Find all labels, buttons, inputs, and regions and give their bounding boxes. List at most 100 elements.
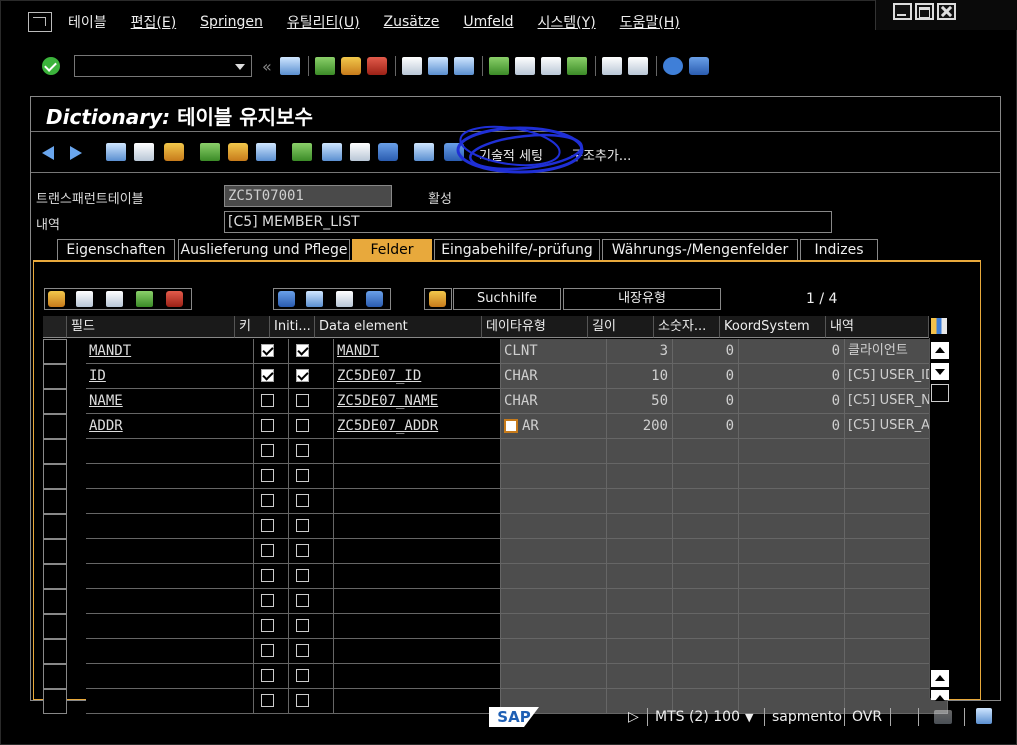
column-header-initial[interactable]: Initi... [270, 316, 315, 338]
key-checkbox[interactable] [261, 669, 274, 682]
initial-checkbox[interactable] [296, 619, 309, 632]
back-arrow-icon[interactable] [42, 146, 54, 160]
key-checkbox[interactable] [261, 494, 274, 507]
cut-icon[interactable] [48, 291, 65, 307]
tab-currency-quantity[interactable]: Währungs-/Mengenfelder [602, 239, 798, 261]
initial-checkbox[interactable] [296, 494, 309, 507]
row-selector[interactable] [43, 489, 67, 514]
field-name-cell[interactable]: MANDT [86, 339, 254, 364]
initial-cell[interactable] [289, 339, 334, 364]
row-selector[interactable] [43, 614, 67, 639]
field-name-cell[interactable]: NAME [86, 389, 254, 414]
search-help-button[interactable]: Suchhilfe [453, 288, 561, 310]
initial-checkbox[interactable] [296, 569, 309, 582]
first-page-icon[interactable] [488, 57, 509, 75]
menu-system[interactable]: 시스템(Y) [538, 12, 596, 32]
key-checkbox[interactable] [261, 519, 274, 532]
data-element-cell[interactable]: ZC5DE07_ID [334, 364, 501, 389]
field-name-cell[interactable] [86, 564, 254, 589]
key-checkbox[interactable] [261, 569, 274, 582]
hierarchy-icon[interactable] [256, 143, 276, 161]
system-info-dropdown-icon[interactable]: ▼ [745, 711, 753, 724]
field-name-cell[interactable] [86, 664, 254, 689]
initial-checkbox[interactable] [296, 469, 309, 482]
key-checkbox[interactable] [261, 369, 274, 382]
initial-checkbox[interactable] [296, 394, 309, 407]
maximize-button[interactable] [915, 3, 934, 20]
column-header-field[interactable]: 필드 [67, 316, 235, 338]
key-cell[interactable] [254, 339, 289, 364]
key-cell[interactable] [254, 489, 289, 514]
key-checkbox[interactable] [261, 419, 274, 432]
tab-input-help[interactable]: Eingabehilfe/-prüfung [434, 239, 600, 261]
new-session-icon[interactable] [601, 57, 622, 75]
initial-checkbox[interactable] [296, 519, 309, 532]
field-name-cell[interactable]: ADDR [86, 414, 254, 439]
column-header-data-type[interactable]: 데이타유형 [482, 316, 588, 338]
initial-cell[interactable] [289, 464, 334, 489]
contents-icon[interactable] [414, 143, 434, 161]
field-name-cell[interactable] [86, 464, 254, 489]
tab-indexes[interactable]: Indizes [800, 239, 878, 261]
data-element-cell[interactable] [334, 589, 501, 614]
initial-checkbox[interactable] [296, 594, 309, 607]
table-name-field[interactable]: ZC5T07001 [224, 185, 392, 207]
f4-help-icon[interactable] [504, 419, 518, 433]
object-list-icon[interactable] [292, 143, 312, 161]
find-icon[interactable] [427, 57, 448, 75]
data-element-cell[interactable] [334, 664, 501, 689]
last-page-icon[interactable] [566, 57, 587, 75]
data-element-cell[interactable] [334, 614, 501, 639]
menu-table[interactable]: 테이블 [68, 12, 107, 32]
key-cell[interactable] [254, 614, 289, 639]
collapse-include-icon[interactable] [366, 291, 383, 307]
tab-delivery-maintenance[interactable]: Auslieferung und Pflege [178, 239, 350, 261]
data-element-cell[interactable]: ZC5DE07_ADDR [334, 414, 501, 439]
column-header-description[interactable]: 내역 [826, 316, 929, 338]
initial-cell[interactable] [289, 514, 334, 539]
row-selector[interactable] [43, 339, 67, 364]
field-name-cell[interactable] [86, 514, 254, 539]
initial-checkbox[interactable] [296, 644, 309, 657]
key-cell[interactable] [254, 439, 289, 464]
key-cell[interactable] [254, 564, 289, 589]
row-selector[interactable] [43, 589, 67, 614]
menu-environment[interactable]: Umfeld [463, 14, 513, 30]
data-element-cell[interactable] [334, 639, 501, 664]
play-icon[interactable]: ▷ [628, 709, 639, 725]
data-element-cell[interactable] [334, 439, 501, 464]
data-element-cell[interactable] [334, 564, 501, 589]
activate-icon[interactable] [164, 143, 184, 161]
previous-page-icon[interactable] [514, 57, 535, 75]
key-checkbox[interactable] [261, 619, 274, 632]
back-icon[interactable] [314, 57, 335, 75]
initial-checkbox[interactable] [296, 444, 309, 457]
column-header-data-element[interactable]: Data element [315, 316, 482, 338]
row-selector[interactable] [43, 364, 67, 389]
select-all-cell[interactable] [43, 316, 67, 338]
column-settings-icon[interactable] [931, 318, 947, 334]
shortcut-icon[interactable] [627, 57, 648, 75]
key-checkbox[interactable] [261, 469, 274, 482]
initial-checkbox[interactable] [296, 419, 309, 432]
row-selector[interactable] [43, 389, 67, 414]
field-name-cell[interactable] [86, 489, 254, 514]
data-element-cell[interactable] [334, 464, 501, 489]
scroll-bottom-button[interactable] [931, 690, 949, 701]
row-selector[interactable] [43, 664, 67, 689]
layout-icon[interactable] [688, 57, 709, 75]
column-header-decimals[interactable]: 소숫자... [654, 316, 720, 338]
print-status-icon[interactable] [976, 708, 992, 724]
key-cell[interactable] [254, 639, 289, 664]
exit-icon[interactable] [340, 57, 361, 75]
row-selector[interactable] [43, 539, 67, 564]
field-name-cell[interactable] [86, 589, 254, 614]
row-selector[interactable] [43, 464, 67, 489]
scroll-thumb[interactable] [931, 384, 949, 402]
key-cell[interactable] [254, 514, 289, 539]
field-name-cell[interactable] [86, 614, 254, 639]
initial-cell[interactable] [289, 639, 334, 664]
initial-checkbox[interactable] [296, 344, 309, 357]
field-name-cell[interactable] [86, 639, 254, 664]
field-name-cell[interactable]: ID [86, 364, 254, 389]
